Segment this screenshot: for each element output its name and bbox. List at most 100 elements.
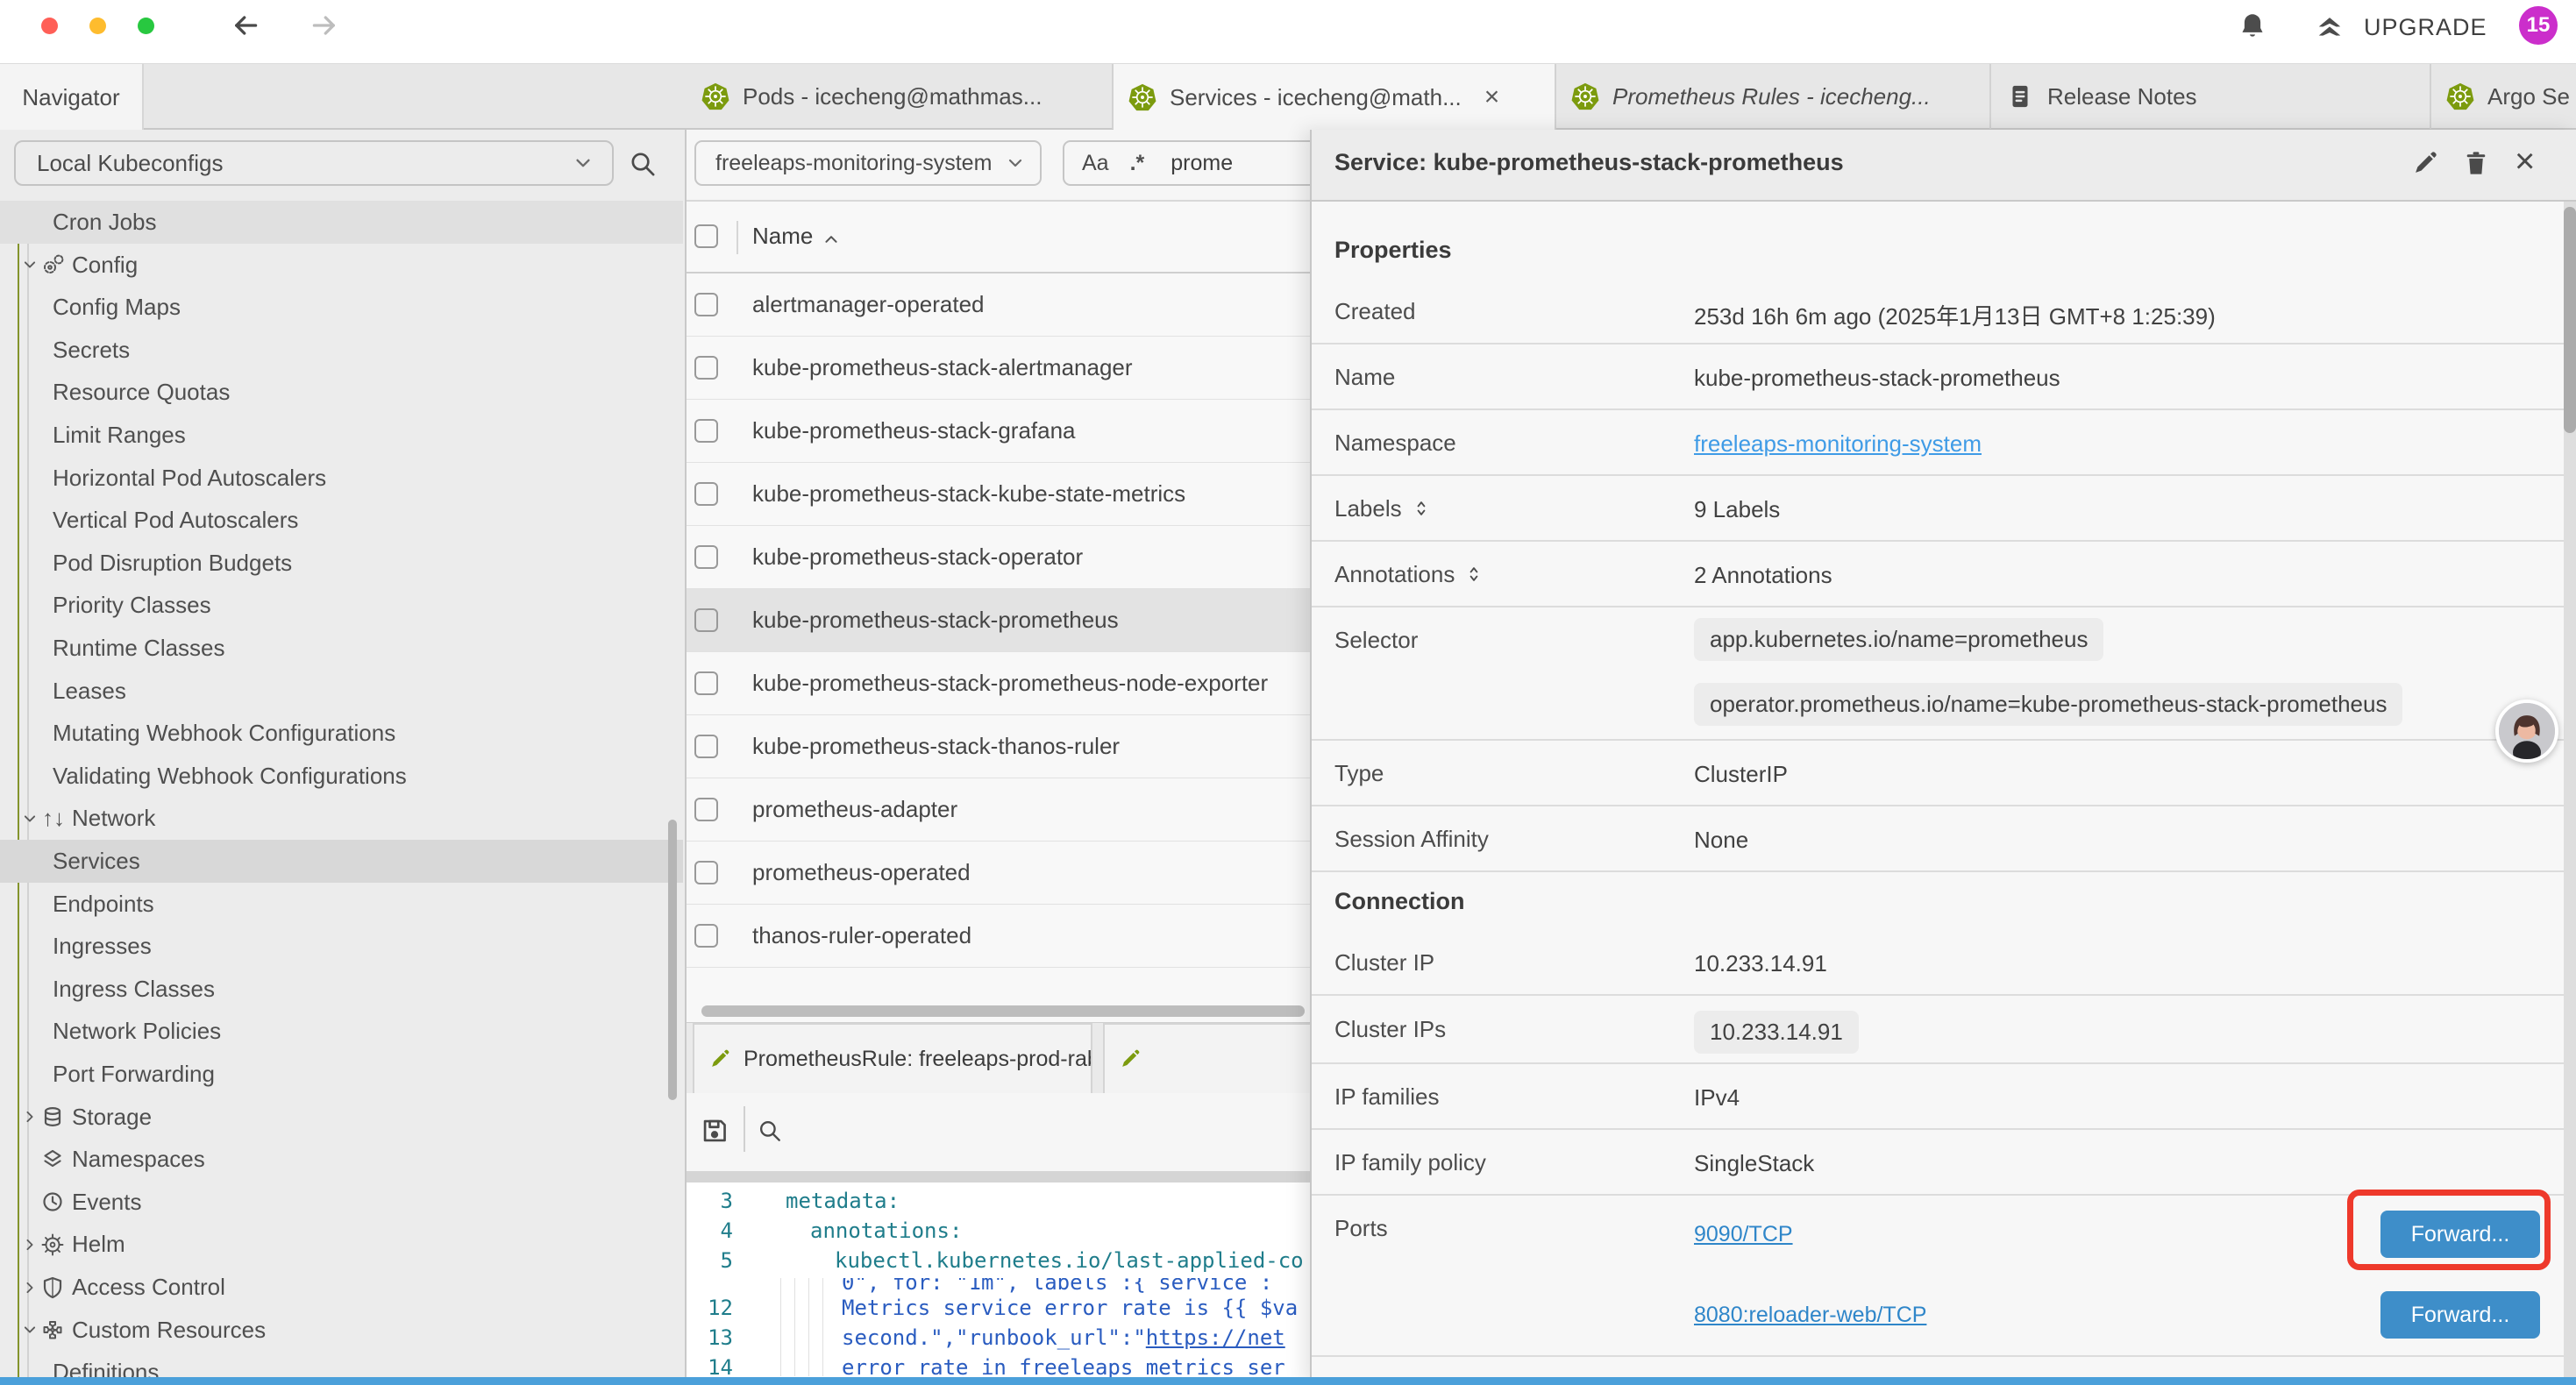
tab-services-icecheng-math[interactable]: Services - icecheng@math...×: [1114, 64, 1556, 131]
traffic-light-minimize[interactable]: [89, 18, 106, 34]
port-link[interactable]: 8080:reloader-web/TCP: [1694, 1303, 1926, 1328]
editor-scroll-track[interactable]: [687, 1171, 1310, 1183]
namespace-selector[interactable]: freeleaps-monitoring-system: [694, 140, 1042, 186]
notification-count-badge[interactable]: 15: [2519, 6, 2558, 45]
sidebar-item-ingresses[interactable]: Ingresses: [0, 925, 683, 968]
port-link[interactable]: 9090/TCP: [1694, 1222, 1793, 1247]
close-icon[interactable]: ×: [2515, 142, 2535, 181]
forward-arrow-icon[interactable]: [309, 10, 340, 41]
sidebar-item-horizontal-pod-autoscalers[interactable]: Horizontal Pod Autoscalers: [0, 457, 683, 500]
sidebar-item-leases[interactable]: Leases: [0, 670, 683, 713]
table-row-prometheus-operated[interactable]: prometheus-operated: [687, 842, 1310, 905]
sidebar-item-access-control[interactable]: Access Control: [0, 1266, 683, 1309]
sidebar-item-priority-classes[interactable]: Priority Classes: [0, 584, 683, 627]
sidebar-item-validating-webhook-configurations[interactable]: Validating Webhook Configurations: [0, 755, 683, 798]
sort-toggle-icon[interactable]: [1463, 564, 1484, 585]
table-row-kube-prometheus-stack-alertmanager[interactable]: kube-prometheus-stack-alertmanager: [687, 337, 1310, 400]
editor-search-icon[interactable]: [757, 1118, 783, 1144]
match-case-toggle[interactable]: Aa: [1082, 151, 1109, 176]
row-checkbox[interactable]: [694, 293, 718, 316]
prometheusrule-editor-tab[interactable]: PrometheusRule: freeleaps-prod-rabbitmq: [693, 1023, 1092, 1093]
sidebar-item-mutating-webhook-configurations[interactable]: Mutating Webhook Configurations: [0, 712, 683, 755]
table-row-kube-prometheus-stack-kube-state-metrics[interactable]: kube-prometheus-stack-kube-state-metrics: [687, 463, 1310, 526]
notifications-bell-icon[interactable]: [2238, 11, 2267, 40]
row-checkbox[interactable]: [694, 798, 718, 821]
table-row-kube-prometheus-stack-prometheus-node-exporter[interactable]: kube-prometheus-stack-prometheus-node-ex…: [687, 652, 1310, 715]
table-row-kube-prometheus-stack-grafana[interactable]: kube-prometheus-stack-grafana: [687, 400, 1310, 463]
tab-argo-se[interactable]: Argo Se: [2431, 64, 2576, 129]
sidebar-scrollbar-thumb[interactable]: [668, 820, 677, 1100]
sidebar-item-helm[interactable]: Helm: [0, 1223, 683, 1266]
user-avatar[interactable]: [2495, 700, 2558, 763]
navigator-tab[interactable]: Navigator: [0, 64, 144, 131]
upgrade-chevrons-icon[interactable]: [2313, 11, 2346, 44]
table-row-thanos-ruler-operated[interactable]: thanos-ruler-operated: [687, 905, 1310, 968]
sort-toggle-icon[interactable]: [1411, 498, 1432, 519]
code-link[interactable]: https://net: [1146, 1325, 1285, 1350]
forward-button[interactable]: Forward...: [2380, 1211, 2540, 1258]
horizontal-scrollbar-thumb[interactable]: [701, 1005, 1305, 1017]
traffic-light-close[interactable]: [41, 18, 58, 34]
row-checkbox[interactable]: [694, 735, 718, 758]
chevron-down-icon[interactable]: [19, 1319, 40, 1340]
sidebar-item-pod-disruption-budgets[interactable]: Pod Disruption Budgets: [0, 542, 683, 585]
chevron-down-icon[interactable]: [19, 808, 40, 829]
sidebar-item-network[interactable]: ↑↓Network: [0, 797, 683, 840]
row-checkbox[interactable]: [694, 482, 718, 506]
value-chip[interactable]: 10.233.14.91: [1694, 1011, 1859, 1054]
sort-ascending-icon[interactable]: [820, 228, 843, 251]
detail-scrollbar-thumb[interactable]: [2564, 207, 2576, 433]
regex-toggle[interactable]: .*: [1130, 151, 1145, 176]
forward-button[interactable]: Forward...: [2380, 1291, 2540, 1339]
delete-trash-icon[interactable]: [2462, 149, 2490, 177]
select-all-checkbox[interactable]: [694, 224, 718, 248]
filter-input[interactable]: Aa .* prome: [1063, 140, 1310, 186]
table-row-kube-prometheus-stack-prometheus[interactable]: kube-prometheus-stack-prometheus: [687, 589, 1310, 652]
back-arrow-icon[interactable]: [230, 10, 261, 41]
tab-pods-icecheng-mathmas[interactable]: Pods - icecheng@mathmas...: [687, 64, 1114, 129]
sidebar-item-config[interactable]: Config: [0, 244, 683, 287]
row-checkbox[interactable]: [694, 671, 718, 695]
sidebar-item-vertical-pod-autoscalers[interactable]: Vertical Pod Autoscalers: [0, 499, 683, 542]
sidebar-item-custom-resources[interactable]: Custom Resources: [0, 1309, 683, 1352]
sidebar-item-namespaces[interactable]: Namespaces: [0, 1138, 683, 1181]
tab-close-icon[interactable]: ×: [1484, 82, 1500, 112]
table-row-prometheus-adapter[interactable]: prometheus-adapter: [687, 778, 1310, 842]
kubeconfig-selector[interactable]: Local Kubeconfigs: [14, 140, 614, 186]
selector-chip[interactable]: app.kubernetes.io/name=prometheus: [1694, 618, 2103, 661]
traffic-light-zoom[interactable]: [138, 18, 154, 34]
selector-chip[interactable]: operator.prometheus.io/name=kube-prometh…: [1694, 683, 2402, 726]
sidebar-item-endpoints[interactable]: Endpoints: [0, 883, 683, 926]
row-checkbox[interactable]: [694, 356, 718, 380]
table-row-kube-prometheus-stack-thanos-ruler[interactable]: kube-prometheus-stack-thanos-ruler: [687, 715, 1310, 778]
yaml-editor[interactable]: 3metadata:4annotations:5kubectl.kubernet…: [687, 1183, 1310, 1378]
sidebar-item-resource-quotas[interactable]: Resource Quotas: [0, 371, 683, 414]
table-row-alertmanager-operated[interactable]: alertmanager-operated: [687, 273, 1310, 337]
sidebar-item-config-maps[interactable]: Config Maps: [0, 286, 683, 329]
sidebar-item-port-forwarding[interactable]: Port Forwarding: [0, 1053, 683, 1096]
table-row-kube-prometheus-stack-operator[interactable]: kube-prometheus-stack-operator: [687, 526, 1310, 589]
sidebar-item-cron-jobs[interactable]: Cron Jobs: [0, 201, 683, 244]
sidebar-search-icon[interactable]: [628, 149, 658, 179]
sidebar-item-limit-ranges[interactable]: Limit Ranges: [0, 414, 683, 457]
row-checkbox[interactable]: [694, 861, 718, 884]
row-checkbox[interactable]: [694, 608, 718, 632]
sidebar-item-secrets[interactable]: Secrets: [0, 329, 683, 372]
chevron-down-icon[interactable]: [19, 254, 40, 275]
edit-pencil-icon[interactable]: [2411, 149, 2439, 177]
column-name-header[interactable]: Name: [752, 223, 813, 250]
sidebar-item-storage[interactable]: Storage: [0, 1096, 683, 1139]
second-editor-tab[interactable]: [1103, 1023, 1310, 1093]
chevron-right-icon[interactable]: [19, 1234, 40, 1255]
sidebar-item-events[interactable]: Events: [0, 1181, 683, 1224]
save-floppy-icon[interactable]: [700, 1116, 729, 1146]
row-checkbox[interactable]: [694, 924, 718, 948]
sidebar-item-ingress-classes[interactable]: Ingress Classes: [0, 968, 683, 1011]
chevron-right-icon[interactable]: [19, 1106, 40, 1127]
row-checkbox[interactable]: [694, 419, 718, 443]
sidebar-item-services[interactable]: Services: [0, 840, 683, 883]
row-checkbox[interactable]: [694, 545, 718, 569]
sidebar-item-network-policies[interactable]: Network Policies: [0, 1010, 683, 1053]
tab-release-notes[interactable]: Release Notes: [1991, 64, 2431, 129]
chevron-right-icon[interactable]: [19, 1277, 40, 1298]
